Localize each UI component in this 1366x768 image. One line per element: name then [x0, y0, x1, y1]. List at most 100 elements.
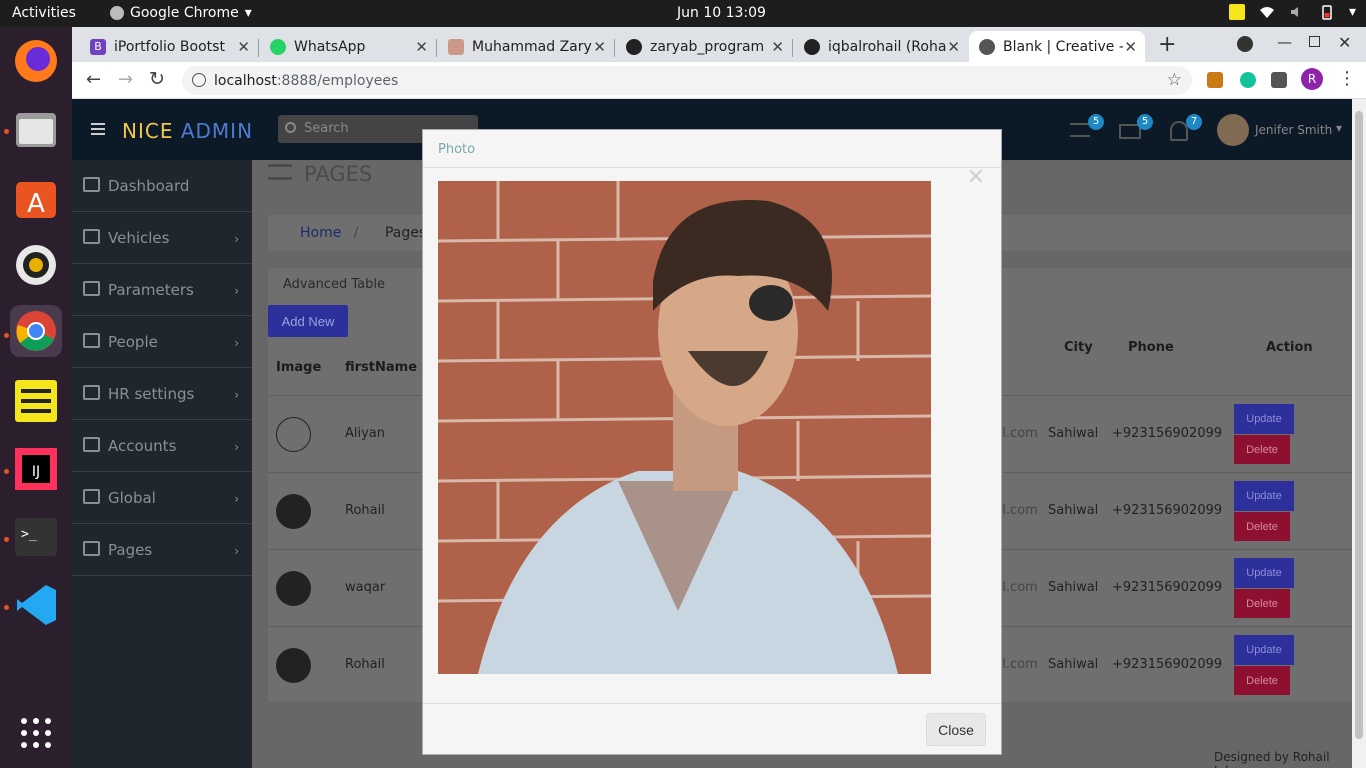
chevron-right-icon: › — [234, 284, 239, 298]
extensions-puzzle-icon[interactable] — [1271, 72, 1287, 88]
power-menu-icon[interactable]: ▾ — [1349, 4, 1356, 20]
sidebar-item-label: Vehicles — [108, 228, 170, 247]
breadcrumb-home[interactable]: Home — [282, 225, 341, 241]
home-icon — [83, 177, 100, 192]
sidebar-item-parameters[interactable]: Parameters › — [72, 264, 251, 316]
sidebar-item-people[interactable]: People › — [72, 316, 251, 368]
rhythmbox-icon[interactable] — [10, 239, 62, 291]
notes-icon[interactable] — [1228, 4, 1245, 20]
svg-text:A: A — [27, 189, 45, 219]
app-grid-icon[interactable] — [10, 707, 62, 759]
activities-button[interactable]: Activities — [12, 5, 76, 21]
whatsapp-favicon-icon — [270, 38, 286, 55]
info-icon[interactable] — [192, 73, 206, 87]
sidebar-item-vehicles[interactable]: Vehicles › — [72, 212, 251, 264]
col-action: Action — [1266, 340, 1313, 355]
delete-button[interactable]: Delete — [1234, 435, 1290, 464]
phone: +923156902099 — [1112, 503, 1223, 518]
breadcrumb-pages[interactable]: Pages — [371, 225, 426, 241]
add-new-button[interactable]: Add New — [268, 305, 348, 337]
terminal-icon[interactable]: >_ — [10, 511, 62, 563]
wifi-icon[interactable] — [1259, 4, 1275, 20]
update-button[interactable]: Update — [1234, 635, 1294, 665]
toolbar: ← → ↻ localhost:8888/employees ☆ R ⋮ — [72, 62, 1366, 99]
files-icon[interactable] — [10, 103, 62, 155]
brand-logo[interactable]: NICE ADMIN — [122, 119, 253, 143]
clock[interactable]: Jun 10 13:09 — [677, 5, 766, 21]
sidebar-item-accounts[interactable]: Accounts › — [72, 420, 251, 472]
close-tab-icon[interactable]: ✕ — [415, 38, 428, 56]
close-tab-icon[interactable]: ✕ — [593, 38, 606, 56]
system-tray[interactable]: ▾ — [1228, 4, 1356, 20]
forward-button[interactable]: → — [118, 69, 133, 90]
tab-title: zaryab_program — [650, 38, 765, 55]
close-button[interactable]: Close — [926, 713, 986, 746]
close-window-button[interactable]: ✕ — [1338, 33, 1351, 52]
tab-zaryab[interactable]: zaryab_program ✕ — [616, 31, 792, 62]
delete-button[interactable]: Delete — [1234, 589, 1290, 618]
col-city: City — [1064, 340, 1093, 355]
chrome-icon[interactable] — [10, 305, 62, 357]
github-favicon-icon — [804, 38, 820, 55]
delete-button[interactable]: Delete — [1234, 512, 1290, 541]
profile-avatar[interactable]: R — [1301, 68, 1323, 90]
minimize-button[interactable]: — — [1277, 33, 1292, 51]
grammarly-icon[interactable] — [1240, 72, 1256, 88]
first-name: Rohail — [345, 657, 385, 672]
delete-button[interactable]: Delete — [1234, 666, 1290, 695]
sidebar-item-hr-settings[interactable]: HR settings › — [72, 368, 251, 420]
close-tab-icon[interactable]: ✕ — [1124, 38, 1137, 56]
address-bar[interactable]: localhost:8888/employees ☆ — [182, 66, 1192, 95]
sidebar-item-global[interactable]: Global › — [72, 472, 251, 524]
notes-app-icon[interactable] — [10, 375, 62, 427]
modal-close-icon[interactable]: × — [967, 164, 985, 189]
mail-badge: 5 — [1137, 114, 1153, 130]
update-button[interactable]: Update — [1234, 558, 1294, 588]
avatar — [276, 571, 311, 606]
sidebar-item-label: Pages — [108, 540, 153, 559]
tab-whatsapp[interactable]: WhatsApp ✕ — [260, 31, 436, 62]
close-tab-icon[interactable]: ✕ — [771, 38, 784, 56]
bookmark-star-icon[interactable]: ☆ — [1167, 70, 1182, 90]
back-button[interactable]: ← — [86, 69, 101, 90]
tab-search-icon[interactable] — [1237, 36, 1253, 52]
sidebar: Dashboard Vehicles › Parameters › People › HR s… — [72, 160, 252, 768]
reload-button[interactable]: ↻ — [149, 68, 165, 90]
globe-favicon-icon — [979, 38, 995, 55]
close-tab-icon[interactable]: ✕ — [947, 38, 960, 56]
sidebar-item-pages[interactable]: Pages › — [72, 524, 251, 576]
sidebar-item-dashboard[interactable]: Dashboard — [72, 160, 251, 212]
chrome-menu-icon[interactable]: ⋮ — [1338, 68, 1356, 89]
first-name: Aliyan — [345, 426, 386, 441]
tab-iportfolio[interactable]: B iPortfolio Bootst ✕ — [80, 31, 258, 62]
update-button[interactable]: Update — [1234, 481, 1294, 511]
sidebar-item-label: Global — [108, 488, 156, 507]
update-button[interactable]: Update — [1234, 404, 1294, 434]
app-menu[interactable]: Google Chrome ▾ — [110, 5, 252, 21]
intellij-icon[interactable]: IJ — [10, 443, 62, 495]
maximize-button[interactable] — [1309, 36, 1320, 47]
user-avatar[interactable] — [1217, 114, 1249, 146]
battery-icon[interactable] — [1319, 4, 1335, 20]
chevron-right-icon: › — [234, 440, 239, 454]
software-center-icon[interactable]: A — [10, 171, 62, 223]
tab-muhammad[interactable]: Muhammad Zary ✕ — [438, 31, 614, 62]
page-scrollbar[interactable] — [1352, 99, 1366, 768]
tab-iqbalrohail[interactable]: iqbalrohail (Roha ✕ — [794, 31, 968, 62]
vscode-icon[interactable] — [10, 579, 62, 631]
user-name[interactable]: Jenifer Smith — [1255, 123, 1332, 137]
user-caret-icon[interactable]: ▾ — [1336, 121, 1342, 135]
close-tab-icon[interactable]: ✕ — [237, 38, 250, 56]
volume-icon[interactable] — [1289, 4, 1305, 20]
extension-icon[interactable] — [1207, 72, 1223, 88]
new-tab-button[interactable]: + — [1158, 32, 1176, 57]
tab-title: iqbalrohail (Roha — [828, 38, 947, 55]
photo-modal: Photo × Close — [422, 129, 1002, 755]
tab-blank-creative[interactable]: Blank | Creative - ✕ — [969, 31, 1145, 62]
first-name: Rohail — [345, 503, 385, 518]
firefox-icon[interactable] — [10, 35, 62, 87]
city: Sahiwal — [1048, 426, 1099, 441]
menu-toggle-icon[interactable] — [91, 123, 105, 135]
tasks-icon[interactable] — [1070, 123, 1090, 137]
modal-title: Photo — [423, 130, 1001, 168]
